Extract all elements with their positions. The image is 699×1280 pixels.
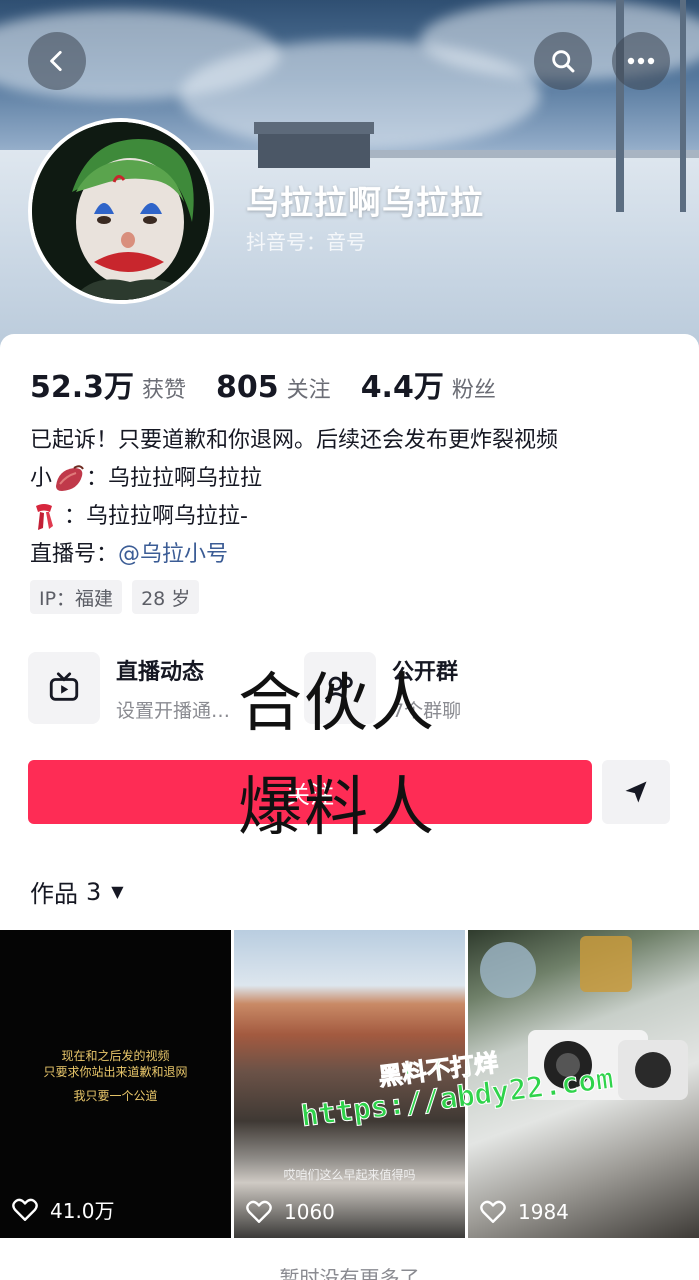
send-icon: [625, 781, 647, 803]
live-feature-title: 直播动态: [116, 659, 205, 685]
overlay-caption: 爆料人: [238, 771, 436, 845]
bio-line: 小 ：乌拉拉啊乌拉拉: [30, 460, 558, 498]
douyin-id[interactable]: 抖音号：音号: [246, 226, 366, 255]
video-likes-count: 1060: [284, 1200, 335, 1224]
banner-pole: [616, 0, 624, 212]
joker-avatar-icon: [32, 122, 210, 300]
video-thumbnail[interactable]: 现在和之后发的视频 只要求你站出来道歉和退网 我只要一个公道 41.0万: [0, 930, 231, 1238]
video-likes: 1984: [480, 1200, 569, 1224]
bio-prefix: 小: [30, 466, 53, 491]
heart-icon: [246, 1200, 272, 1223]
tab-works[interactable]: 作品 3 ▼: [30, 874, 124, 909]
heart-icon: [480, 1200, 506, 1223]
live-account-link[interactable]: @乌拉小号: [118, 536, 228, 574]
search-button[interactable]: [534, 32, 592, 90]
stats-row: 52.3万 获赞 805 关注 4.4万 粉丝: [30, 362, 526, 406]
video-likes: 41.0万: [12, 1195, 115, 1224]
live-feature-text: 直播动态 设置开播通…: [116, 654, 230, 723]
tv-icon: [49, 672, 79, 701]
profile-banner: 乌拉拉啊乌拉拉 抖音号：音号: [0, 0, 699, 360]
sweet-potato-icon: [56, 465, 84, 491]
following-count[interactable]: 805: [216, 370, 279, 405]
share-button[interactable]: [602, 760, 670, 824]
banner-pole: [680, 0, 686, 212]
live-feature-subtitle: 设置开播通…: [116, 699, 231, 722]
tv-icon-box: [28, 652, 100, 724]
red-scarf-icon: [36, 504, 53, 530]
bio-text: ：乌拉拉啊乌拉拉: [86, 466, 263, 491]
followers-count[interactable]: 4.4万: [361, 362, 444, 406]
banner-trees: [370, 150, 699, 158]
search-icon: [552, 50, 575, 73]
following-label[interactable]: 关注: [287, 372, 331, 404]
video-text-line: 只要求你站出来道歉和退网: [43, 1065, 188, 1079]
video-likes-count: 41.0万: [50, 1199, 115, 1223]
video-text-line: 现在和之后发的视频: [61, 1049, 170, 1063]
bio-line: ：乌拉拉啊乌拉拉-: [30, 498, 558, 536]
chevron-down-icon: ▼: [111, 882, 124, 901]
likes-label: 获赞: [142, 378, 187, 403]
bio: 已起诉！只要道歉和你退网。后续还会发布更炸裂视频 小 ：乌拉拉啊乌拉拉 ：乌拉拉…: [30, 422, 558, 574]
followers-label[interactable]: 粉丝: [452, 372, 496, 404]
bio-line: 直播号： @乌拉小号: [30, 536, 558, 574]
back-button[interactable]: [28, 32, 86, 90]
overlay-caption: 合伙人: [238, 667, 436, 741]
more-dots-icon: [627, 57, 655, 65]
no-more-text: 暂时没有更多了: [279, 1266, 420, 1280]
video-likes: 1060: [246, 1200, 335, 1224]
bio-prefix: 直播号：: [30, 542, 119, 567]
live-feature[interactable]: 直播动态 设置开播通…: [28, 652, 230, 724]
works-tab-count: 3: [86, 877, 102, 906]
video-text-line: 我只要一个公道: [73, 1089, 158, 1103]
heart-icon: [12, 1198, 38, 1221]
chevron-left-icon: [50, 50, 62, 72]
avatar[interactable]: [28, 118, 214, 304]
bio-line: 已起诉！只要道歉和你退网。后续还会发布更炸裂视频: [30, 428, 559, 453]
more-button[interactable]: [612, 32, 670, 90]
nickname: 乌拉拉啊乌拉拉: [246, 183, 484, 222]
video-likes-count: 1984: [518, 1200, 569, 1224]
bio-text: ：乌拉拉啊乌拉拉-: [64, 504, 248, 529]
age-tag: 28 岁: [132, 580, 200, 614]
tags-row: IP：福建 28 岁: [30, 580, 209, 614]
likes-count: 52.3万: [30, 370, 135, 405]
works-tab-label: 作品: [30, 880, 78, 908]
banner-barn: [254, 122, 374, 168]
video-caption: 哎咱们这么早起来值得吗: [283, 1168, 416, 1182]
ip-tag: IP：福建: [30, 580, 123, 614]
